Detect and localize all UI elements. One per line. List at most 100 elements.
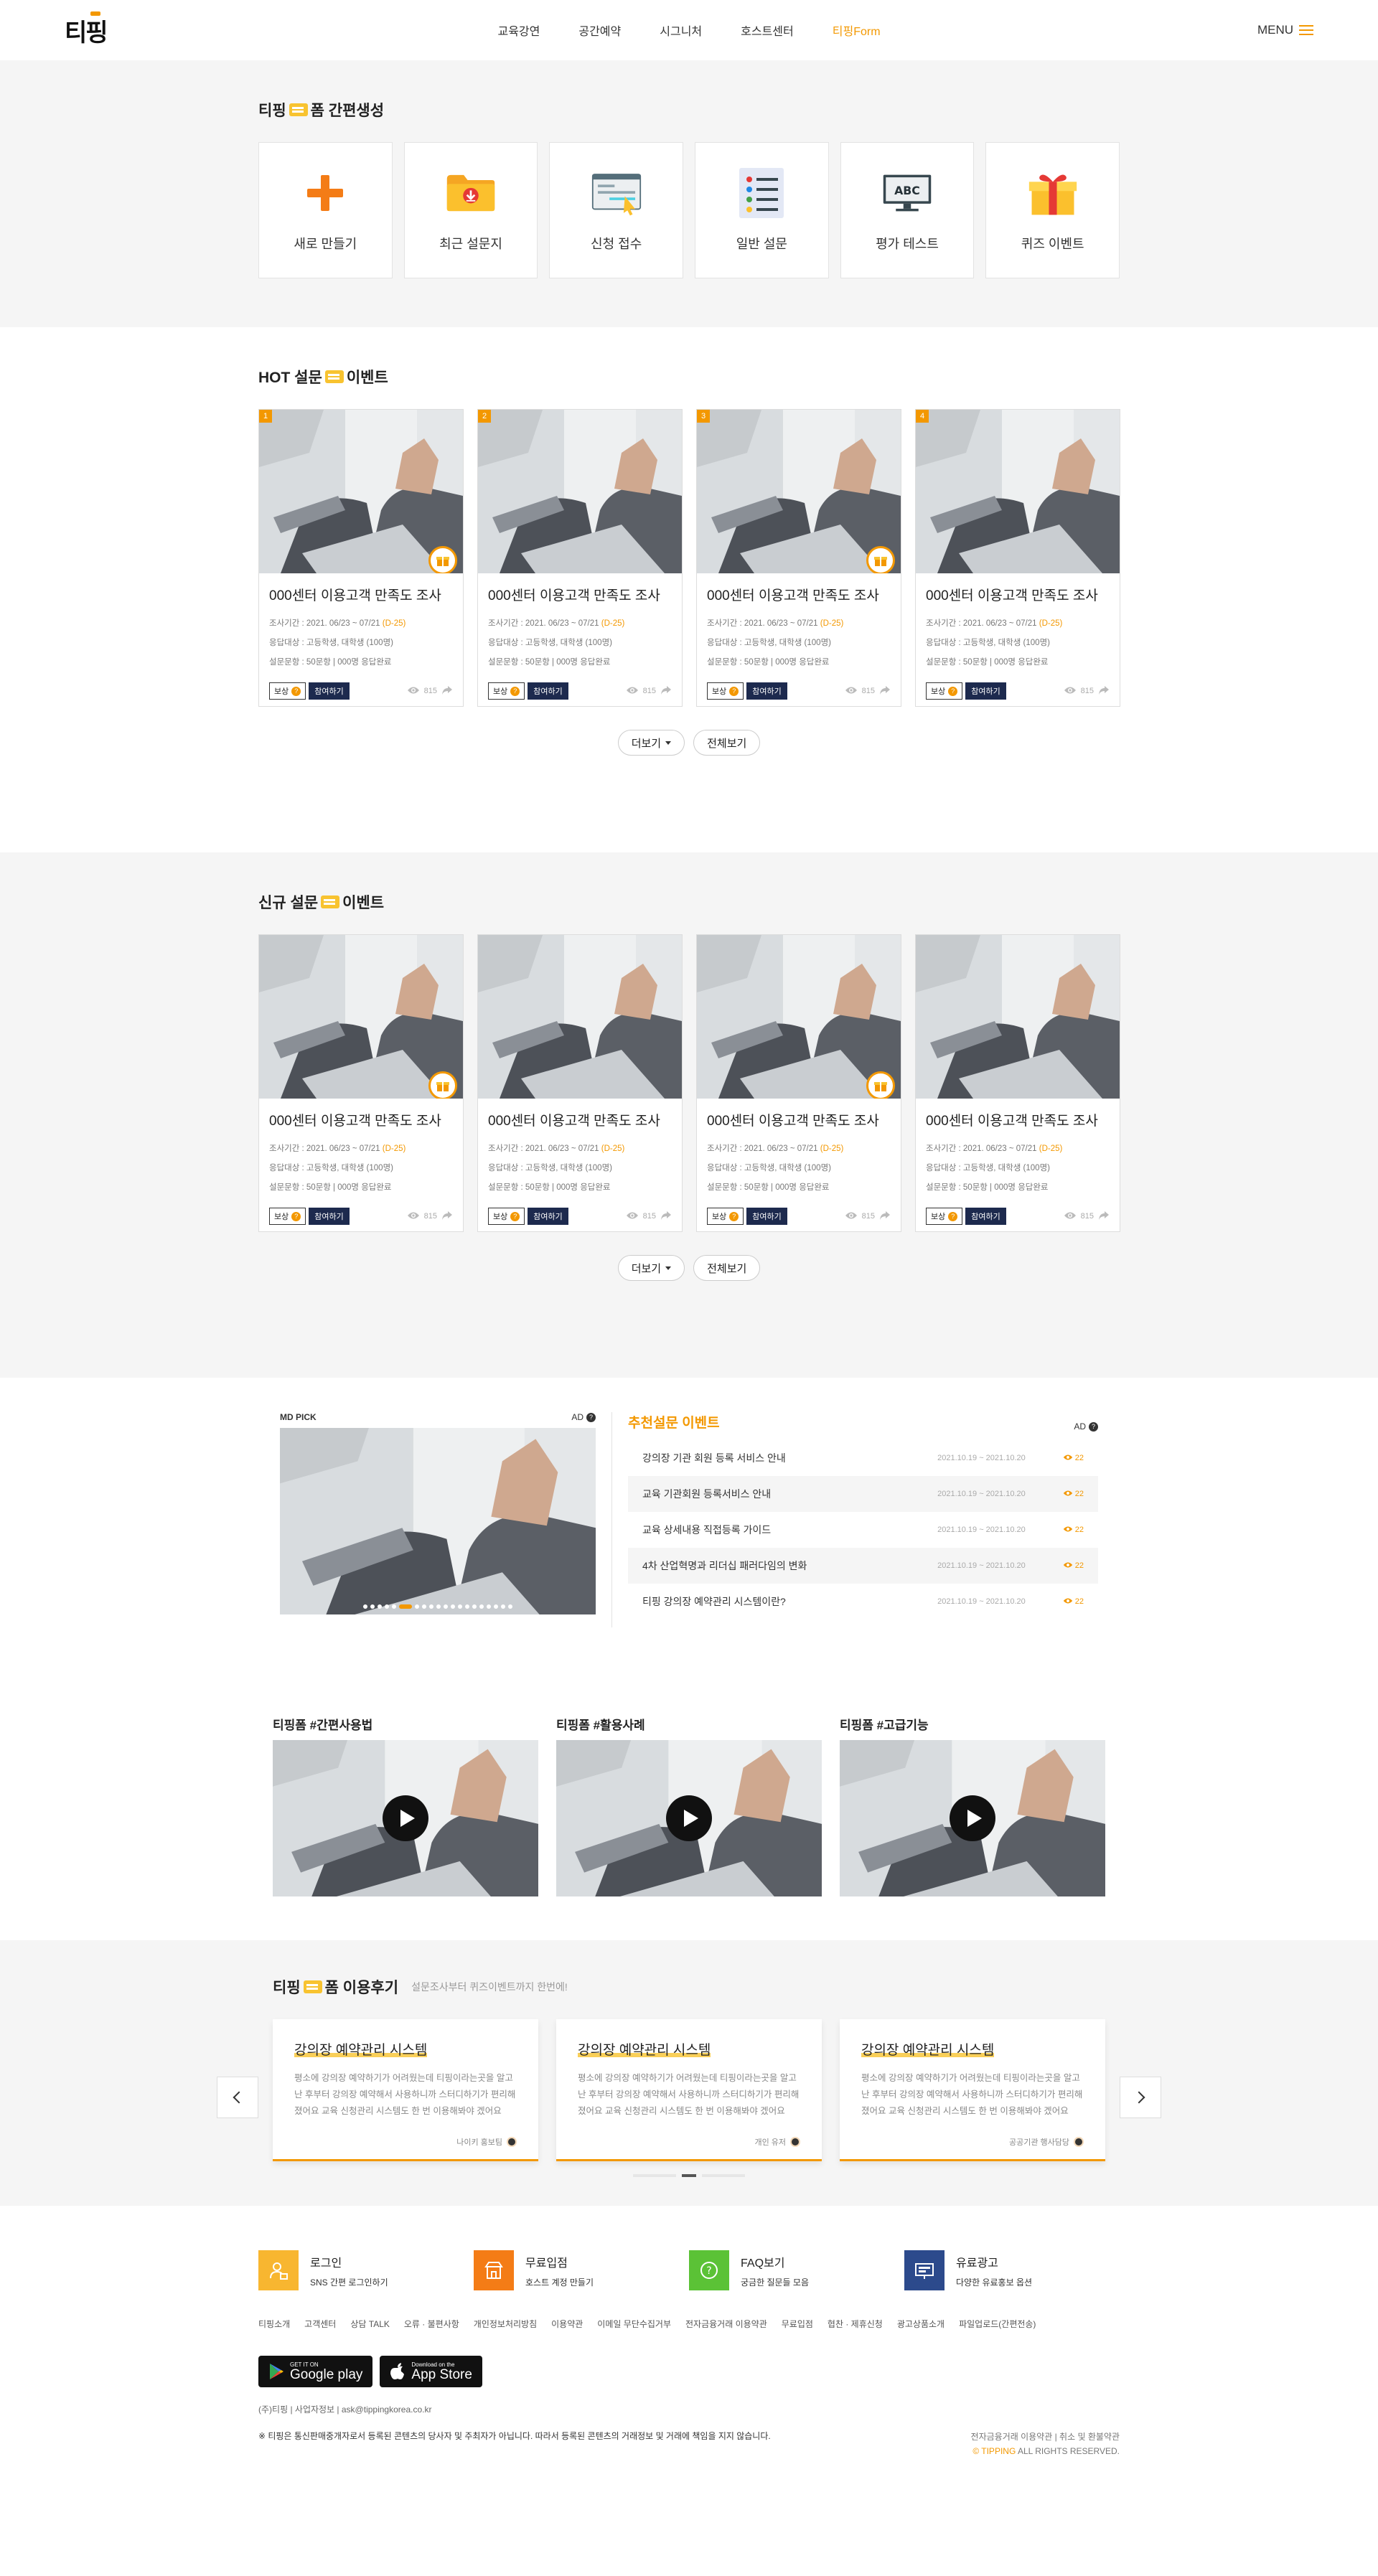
video-thumbnail[interactable] <box>273 1740 538 1896</box>
nav-item-signature[interactable]: 시그니처 <box>660 22 702 39</box>
join-button[interactable]: 참여하기 <box>528 682 568 700</box>
footer-link[interactable]: 이용약관 <box>551 2318 583 2330</box>
quick-card-new[interactable]: 새로 만들기 <box>258 142 393 278</box>
join-button[interactable]: 참여하기 <box>309 682 350 700</box>
legal-links[interactable]: 전자금융거래 이용약관 | 취소 및 환불약관 <box>971 2430 1120 2444</box>
survey-card[interactable]: 000센터 이용고객 만족도 조사 조사기간 : 2021. 06/23 ~ 07… <box>915 934 1120 1232</box>
footer-link[interactable]: 개인정보처리방침 <box>474 2318 537 2330</box>
footer-service-question[interactable]: ? FAQ보기 궁금한 질문들 모음 <box>689 2250 904 2290</box>
recommended-item[interactable]: 교육 상세내용 직접등록 가이드 2021.10.19 ~ 2021.10.20 2… <box>628 1512 1098 1548</box>
quick-card-quiz[interactable]: 퀴즈 이벤트 <box>985 142 1120 278</box>
nav-item-tipping-form[interactable]: 티핑Form <box>833 22 881 39</box>
review-card[interactable]: 강의장 예약관리 시스템 평소에 강의장 예약하기가 어려웠는데 티핑이라는곳을 … <box>273 2019 538 2161</box>
next-arrow-button[interactable] <box>1120 2077 1161 2118</box>
survey-title[interactable]: 000센터 이용고객 만족도 조사 <box>269 1110 453 1129</box>
survey-title[interactable]: 000센터 이용고객 만족도 조사 <box>926 1110 1110 1129</box>
play-icon[interactable] <box>666 1795 712 1841</box>
survey-card[interactable]: 2 000센터 이용고객 만족도 조사 조사기간 : 2021. 06/23 ~ 0… <box>477 409 683 707</box>
footer-link[interactable]: 오류 · 불편사항 <box>404 2318 459 2330</box>
review-card[interactable]: 강의장 예약관리 시스템 평소에 강의장 예약하기가 어려웠는데 티핑이라는곳을 … <box>840 2019 1105 2161</box>
survey-card-image[interactable]: 4 <box>916 410 1120 573</box>
recommended-item[interactable]: 4차 산업혁명과 리더십 패러다임의 변화 2021.10.19 ~ 2021.1… <box>628 1548 1098 1584</box>
survey-card[interactable]: 3 000센터 이용고객 만족도 조사 조사기간 : 2021. 06/23 ~ 0… <box>696 409 901 707</box>
site-logo[interactable]: 티핑 <box>65 11 151 48</box>
share-icon[interactable] <box>1098 1211 1110 1223</box>
nav-item-education[interactable]: 교육강연 <box>497 22 540 39</box>
hot-more-button[interactable]: 더보기 <box>617 730 685 756</box>
play-icon[interactable] <box>950 1795 995 1841</box>
footer-link[interactable]: 협찬 · 제휴신청 <box>828 2318 883 2330</box>
survey-card[interactable]: 000센터 이용고객 만족도 조사 조사기간 : 2021. 06/23 ~ 07… <box>477 934 683 1232</box>
join-button[interactable]: 참여하기 <box>965 682 1006 700</box>
survey-title[interactable]: 000센터 이용고객 만족도 조사 <box>926 585 1110 604</box>
share-icon[interactable] <box>441 685 453 697</box>
prev-arrow-button[interactable] <box>217 2077 258 2118</box>
join-button[interactable]: 참여하기 <box>309 1208 350 1225</box>
recommended-item[interactable]: 티핑 강의장 예약관리 시스템이란? 2021.10.19 ~ 2021.10.2… <box>628 1584 1098 1620</box>
survey-title[interactable]: 000센터 이용고객 만족도 조사 <box>488 1110 672 1129</box>
footer-link[interactable]: 고객센터 <box>304 2318 336 2330</box>
reward-button[interactable]: 보상? <box>707 682 744 700</box>
footer-link[interactable]: 전자금융거래 이용약관 <box>685 2318 767 2330</box>
footer-service-store[interactable]: 무료입점 호스트 계정 만들기 <box>474 2250 689 2290</box>
reward-button[interactable]: 보상? <box>488 682 525 700</box>
survey-title[interactable]: 000센터 이용고객 만족도 조사 <box>707 585 891 604</box>
survey-card[interactable]: 000센터 이용고객 만족도 조사 조사기간 : 2021. 06/23 ~ 07… <box>258 934 464 1232</box>
survey-card-image[interactable] <box>916 935 1120 1099</box>
survey-card-image[interactable] <box>259 935 463 1099</box>
quick-card-evaluation[interactable]: ABC 평가 테스트 <box>840 142 975 278</box>
share-icon[interactable] <box>879 1211 891 1223</box>
reward-button[interactable]: 보상? <box>488 1208 525 1225</box>
video-thumbnail[interactable] <box>840 1740 1105 1896</box>
join-button[interactable]: 참여하기 <box>746 1208 787 1225</box>
review-card[interactable]: 강의장 예약관리 시스템 평소에 강의장 예약하기가 어려웠는데 티핑이라는곳을 … <box>556 2019 822 2161</box>
share-icon[interactable] <box>1098 685 1110 697</box>
reward-button[interactable]: 보상? <box>269 682 306 700</box>
quick-card-recent[interactable]: 최근 설문지 <box>403 142 538 278</box>
recommended-ad[interactable]: AD? <box>1074 1421 1098 1432</box>
survey-card-image[interactable]: 3 <box>697 410 901 573</box>
recommended-item[interactable]: 교육 기관회원 등록서비스 안내 2021.10.19 ~ 2021.10.20 2… <box>628 1476 1098 1512</box>
reward-button[interactable]: 보상? <box>926 682 963 700</box>
join-button[interactable]: 참여하기 <box>528 1208 568 1225</box>
video-thumbnail[interactable] <box>556 1740 822 1896</box>
join-button[interactable]: 참여하기 <box>746 682 787 700</box>
survey-card-image[interactable] <box>478 935 682 1099</box>
google-play-button[interactable]: GET IT ON Google play <box>258 2356 373 2387</box>
survey-title[interactable]: 000센터 이용고객 만족도 조사 <box>488 585 672 604</box>
quick-card-application[interactable]: 신청 접수 <box>549 142 684 278</box>
quick-card-survey[interactable]: 일반 설문 <box>695 142 829 278</box>
survey-card[interactable]: 000센터 이용고객 만족도 조사 조사기간 : 2021. 06/23 ~ 07… <box>696 934 901 1232</box>
share-icon[interactable] <box>660 1211 672 1223</box>
recommended-item[interactable]: 강의장 기관 회원 등록 서비스 안내 2021.10.19 ~ 2021.10.… <box>628 1440 1098 1476</box>
survey-card-image[interactable] <box>697 935 901 1099</box>
reward-button[interactable]: 보상? <box>269 1208 306 1225</box>
share-icon[interactable] <box>660 685 672 697</box>
footer-link[interactable]: 상담 TALK <box>350 2318 390 2330</box>
footer-link[interactable]: 파일업로드(간편전송) <box>959 2318 1036 2330</box>
reward-button[interactable]: 보상? <box>707 1208 744 1225</box>
md-pick-ad[interactable]: AD? <box>571 1412 596 1422</box>
hot-view-all-button[interactable]: 전체보기 <box>693 730 761 756</box>
footer-link[interactable]: 이메일 무단수집거부 <box>597 2318 671 2330</box>
nav-item-host-center[interactable]: 호스트센터 <box>741 22 794 39</box>
survey-card-image[interactable]: 2 <box>478 410 682 573</box>
play-icon[interactable] <box>383 1795 428 1841</box>
survey-card[interactable]: 1 000센터 이용고객 만족도 조사 조사기간 : 2021. 06/23 ~ 0… <box>258 409 464 707</box>
survey-title[interactable]: 000센터 이용고객 만족도 조사 <box>269 585 453 604</box>
app-store-button[interactable]: Download on the App Store <box>380 2356 482 2387</box>
survey-card[interactable]: 4 000센터 이용고객 만족도 조사 조사기간 : 2021. 06/23 ~ 0… <box>915 409 1120 707</box>
share-icon[interactable] <box>879 685 891 697</box>
new-more-button[interactable]: 더보기 <box>617 1255 685 1281</box>
survey-card-image[interactable]: 1 <box>259 410 463 573</box>
share-icon[interactable] <box>441 1211 453 1223</box>
reward-button[interactable]: 보상? <box>926 1208 963 1225</box>
nav-item-space[interactable]: 공간예약 <box>578 22 621 39</box>
footer-link[interactable]: 무료입점 <box>782 2318 813 2330</box>
new-view-all-button[interactable]: 전체보기 <box>693 1255 761 1281</box>
footer-service-billboard[interactable]: 유료광고 다양한 유료홍보 옵션 <box>904 2250 1120 2290</box>
footer-service-login[interactable]: 로그인 SNS 간편 로그인하기 <box>258 2250 474 2290</box>
menu-button[interactable]: MENU <box>1227 23 1313 37</box>
footer-link[interactable]: 광고상품소개 <box>897 2318 945 2330</box>
survey-title[interactable]: 000센터 이용고객 만족도 조사 <box>707 1110 891 1129</box>
